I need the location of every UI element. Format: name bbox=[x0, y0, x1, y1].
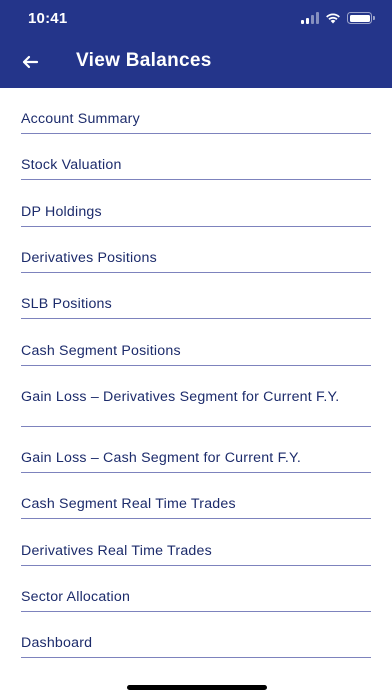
status-icons bbox=[301, 11, 375, 25]
menu-item-label: Cash Segment Positions bbox=[21, 343, 181, 359]
cellular-signal-icon bbox=[301, 12, 319, 24]
wifi-icon bbox=[326, 13, 340, 24]
menu-item-label: Cash Segment Real Time Trades bbox=[21, 496, 236, 512]
menu-item-account-summary[interactable]: Account Summary bbox=[21, 112, 371, 134]
menu-item-label: Gain Loss – Derivatives Segment for Curr… bbox=[21, 389, 340, 405]
back-button[interactable] bbox=[14, 48, 46, 76]
status-bar: 10:41 bbox=[0, 0, 392, 38]
menu-item-label: Derivatives Real Time Trades bbox=[21, 543, 212, 559]
battery-icon bbox=[347, 12, 375, 24]
menu-item-gain-loss-derivatives[interactable]: Gain Loss – Derivatives Segment for Curr… bbox=[21, 390, 371, 427]
menu-item-label: Gain Loss – Cash Segment for Current F.Y… bbox=[21, 450, 301, 466]
menu-item-label: DP Holdings bbox=[21, 204, 102, 220]
menu-item-cash-segment-positions[interactable]: Cash Segment Positions bbox=[21, 344, 371, 366]
menu-item-label: Sector Allocation bbox=[21, 589, 131, 605]
status-time: 10:41 bbox=[28, 10, 68, 27]
menu-item-label: Stock Valuation bbox=[21, 157, 122, 173]
page-title: View Balances bbox=[76, 50, 212, 71]
menu-item-stock-valuation[interactable]: Stock Valuation bbox=[21, 158, 371, 180]
menu-item-derivatives-positions[interactable]: Derivatives Positions bbox=[21, 251, 371, 273]
home-indicator bbox=[127, 685, 267, 690]
arrow-left-icon bbox=[22, 55, 39, 69]
menu-item-derivatives-real-time-trades[interactable]: Derivatives Real Time Trades bbox=[21, 544, 371, 566]
menu-item-label: SLB Positions bbox=[21, 296, 112, 312]
menu-item-sector-allocation[interactable]: Sector Allocation bbox=[21, 590, 371, 612]
menu-item-label: Dashboard bbox=[21, 635, 93, 651]
menu-item-cash-real-time-trades[interactable]: Cash Segment Real Time Trades bbox=[21, 497, 371, 519]
menu-item-slb-positions[interactable]: SLB Positions bbox=[21, 297, 371, 319]
app-header: 10:41 View Balances bbox=[0, 0, 392, 88]
navigation-bar: View Balances bbox=[0, 38, 392, 88]
menu-item-label: Account Summary bbox=[21, 111, 140, 127]
menu-item-dashboard[interactable]: Dashboard bbox=[21, 636, 371, 658]
menu-item-gain-loss-cash[interactable]: Gain Loss – Cash Segment for Current F.Y… bbox=[21, 451, 371, 473]
menu-item-dp-holdings[interactable]: DP Holdings bbox=[21, 205, 371, 227]
menu-item-label: Derivatives Positions bbox=[21, 250, 157, 266]
